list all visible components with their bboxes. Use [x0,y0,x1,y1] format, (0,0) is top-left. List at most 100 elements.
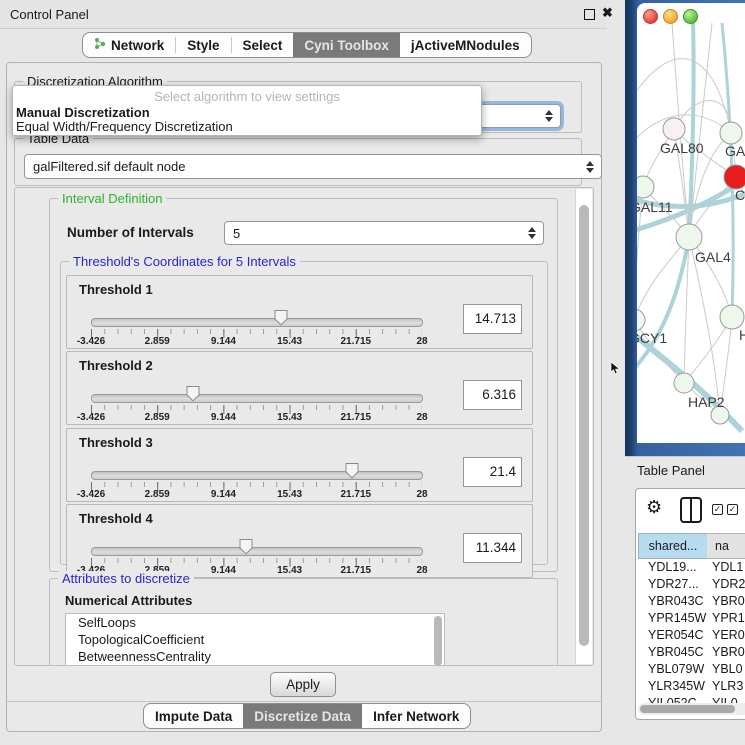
node-gal11 [637,176,654,198]
dropdown-option-manual-discretization[interactable]: Manual Discretization [16,105,150,120]
table-data-combo-value: galFiltered.sif default node [33,159,185,174]
interval-definition-group: Interval Definition Number of Intervals … [49,198,558,572]
panel-divider [7,701,601,702]
checkbox-icon[interactable]: ✓ [727,504,738,515]
tab-network[interactable]: Network [83,33,175,57]
node-gal4 [676,224,702,250]
threshold-3-slider-thumb[interactable] [344,462,359,484]
network-view-window[interactable]: GAL80 GA C GAL11 GAL4 GCY1 H HAP2 [625,0,745,456]
threshold-4-slider[interactable] [91,538,421,560]
tab-jactivemnodules[interactable]: jActiveMNodules [400,33,531,57]
node-label-clipped-top: GA [725,143,745,159]
table-horizontal-scrollbar[interactable] [638,703,745,715]
dropdown-option-equal-width[interactable]: Equal Width/Frequency Discretization [16,119,233,134]
tab-style[interactable]: Style [176,33,230,57]
dropdown-placeholder: Select algorithm to view settings [13,89,481,104]
threshold-2-value-input[interactable]: 6.316 [463,380,522,410]
slider-tick-labels: -3.426 2.859 9.144 15.43 21.715 28 [91,336,422,348]
checkbox-icon[interactable]: ✓ [712,504,723,515]
mouse-cursor [610,362,622,375]
tab-cyni-toolbox[interactable]: Cyni Toolbox [293,33,400,57]
table-row[interactable]: YBR043CYBR0 [638,593,745,610]
threshold-4-slider-thumb[interactable] [239,538,254,560]
threshold-1-slider[interactable] [91,309,421,331]
traffic-light-close-icon[interactable] [643,9,658,24]
traffic-light-zoom-icon[interactable] [683,9,698,24]
float-window-icon[interactable] [584,9,595,20]
combo-arrows-icon [586,161,594,173]
node-unlabeled-pink [663,118,685,140]
gear-icon[interactable]: ⚙ [646,497,662,518]
node-hap2 [674,373,694,393]
numerical-attributes-label: Numerical Attributes [65,593,192,608]
tab-impute-data[interactable]: Impute Data [144,704,243,728]
panel-title: Control Panel [10,7,89,22]
node-label-clipped-red: C [735,187,745,203]
threshold-2-panel: Threshold 2 -3.426 2.859 9.144 15.43 21.… [66,351,533,425]
thresholds-group: Threshold's Coordinates for 5 Intervals … [60,261,548,565]
tab-select[interactable]: Select [232,33,294,57]
threshold-2-slider-thumb[interactable] [186,385,201,407]
table-data-combo[interactable]: galFiltered.sif default node [24,154,602,179]
node-clipped-right [720,305,744,329]
table-row[interactable]: YDL19...YDL1 [638,559,745,576]
bottom-tab-bar: Impute Data Discretize Data Infer Networ… [143,703,471,729]
attributes-list-scrollbar[interactable] [434,616,442,666]
control-panel-titlebar: Control Panel ✖ [0,0,607,29]
node-label-gal11: GAL11 [637,199,673,215]
network-canvas[interactable]: GAL80 GA C GAL11 GAL4 GCY1 H HAP2 [637,3,745,443]
threshold-1-slider-thumb[interactable] [274,309,289,331]
list-item[interactable]: SelfLoops [66,614,444,631]
table-data-group: Table Data galFiltered.sif default node [14,138,582,186]
threshold-3-slider[interactable] [91,462,421,484]
columns-icon[interactable] [680,497,702,523]
number-of-intervals-combo[interactable]: 5 [224,221,544,245]
table-row[interactable]: YBR045CYBR0 [638,644,745,661]
attributes-group: Attributes to discretize Numerical Attri… [49,578,558,666]
settings-scroll-panel: Interval Definition Number of Intervals … [14,187,594,666]
table-panel-title: Table Panel [637,463,705,478]
table-row[interactable]: YPR145WYPR1 [638,610,745,627]
interval-definition-title: Interval Definition [58,191,166,206]
tab-discretize-data[interactable]: Discretize Data [243,704,362,728]
threshold-1-value-input[interactable]: 14.713 [463,304,522,334]
node-label-gcy1: GCY1 [637,330,667,346]
attributes-group-title: Attributes to discretize [58,571,194,586]
settings-scrollbar[interactable] [575,189,592,664]
slider-tick-labels: -3.426 2.859 9.144 15.43 21.715 28 [91,412,422,424]
algorithm-dropdown-popup: Select algorithm to view settings Manual… [12,85,482,136]
apply-button[interactable]: Apply [270,672,336,697]
threshold-4-value-input[interactable]: 11.344 [463,533,522,563]
node-gcy1 [637,309,645,331]
node-label-gal4: GAL4 [695,249,731,265]
node-clipped-top [720,122,742,144]
network-graph: GAL80 GA C GAL11 GAL4 GCY1 H HAP2 [637,3,745,443]
node-label-gal80: GAL80 [660,140,704,156]
combo-arrows-icon [545,110,553,122]
number-of-intervals-label: Number of Intervals [67,225,194,240]
list-item[interactable]: TopologicalCoefficient [66,631,444,648]
traffic-light-minimize-icon[interactable] [663,9,678,24]
column-header-shared[interactable]: shared... [638,533,708,559]
network-icon [94,37,106,53]
list-item[interactable]: BetweennessCentrality [66,648,444,665]
table-row[interactable]: YLR345WYLR3 [638,678,745,695]
table-row[interactable]: YER054CYER0 [638,627,745,644]
table-row[interactable]: YDR27...YDR2 [638,576,745,593]
combo-arrows-icon [528,227,536,239]
cyni-toolbox-panel: Discretization Algorithm Table Data galF… [6,62,602,732]
threshold-3-value-input[interactable]: 21.4 [463,457,522,487]
attributes-list[interactable]: SelfLoops TopologicalCoefficient Between… [65,613,445,666]
number-of-intervals-value: 5 [233,226,240,241]
threshold-2-slider[interactable] [91,385,421,407]
node-label-clipped-right: H [739,327,745,343]
threshold-4-panel: Threshold 4 -3.426 2.859 9.144 15.43 21.… [66,504,533,578]
thresholds-group-title: Threshold's Coordinates for 5 Intervals [69,254,300,269]
node-label-hap2: HAP2 [688,394,725,410]
table-row[interactable]: YBL079WYBL0 [638,661,745,678]
tab-infer-network[interactable]: Infer Network [362,704,470,728]
close-icon[interactable]: ✖ [602,5,613,21]
column-header-name[interactable]: na [707,533,745,559]
node-red-selected [724,165,745,189]
table-panel-titlebar: Table Panel [625,456,745,483]
